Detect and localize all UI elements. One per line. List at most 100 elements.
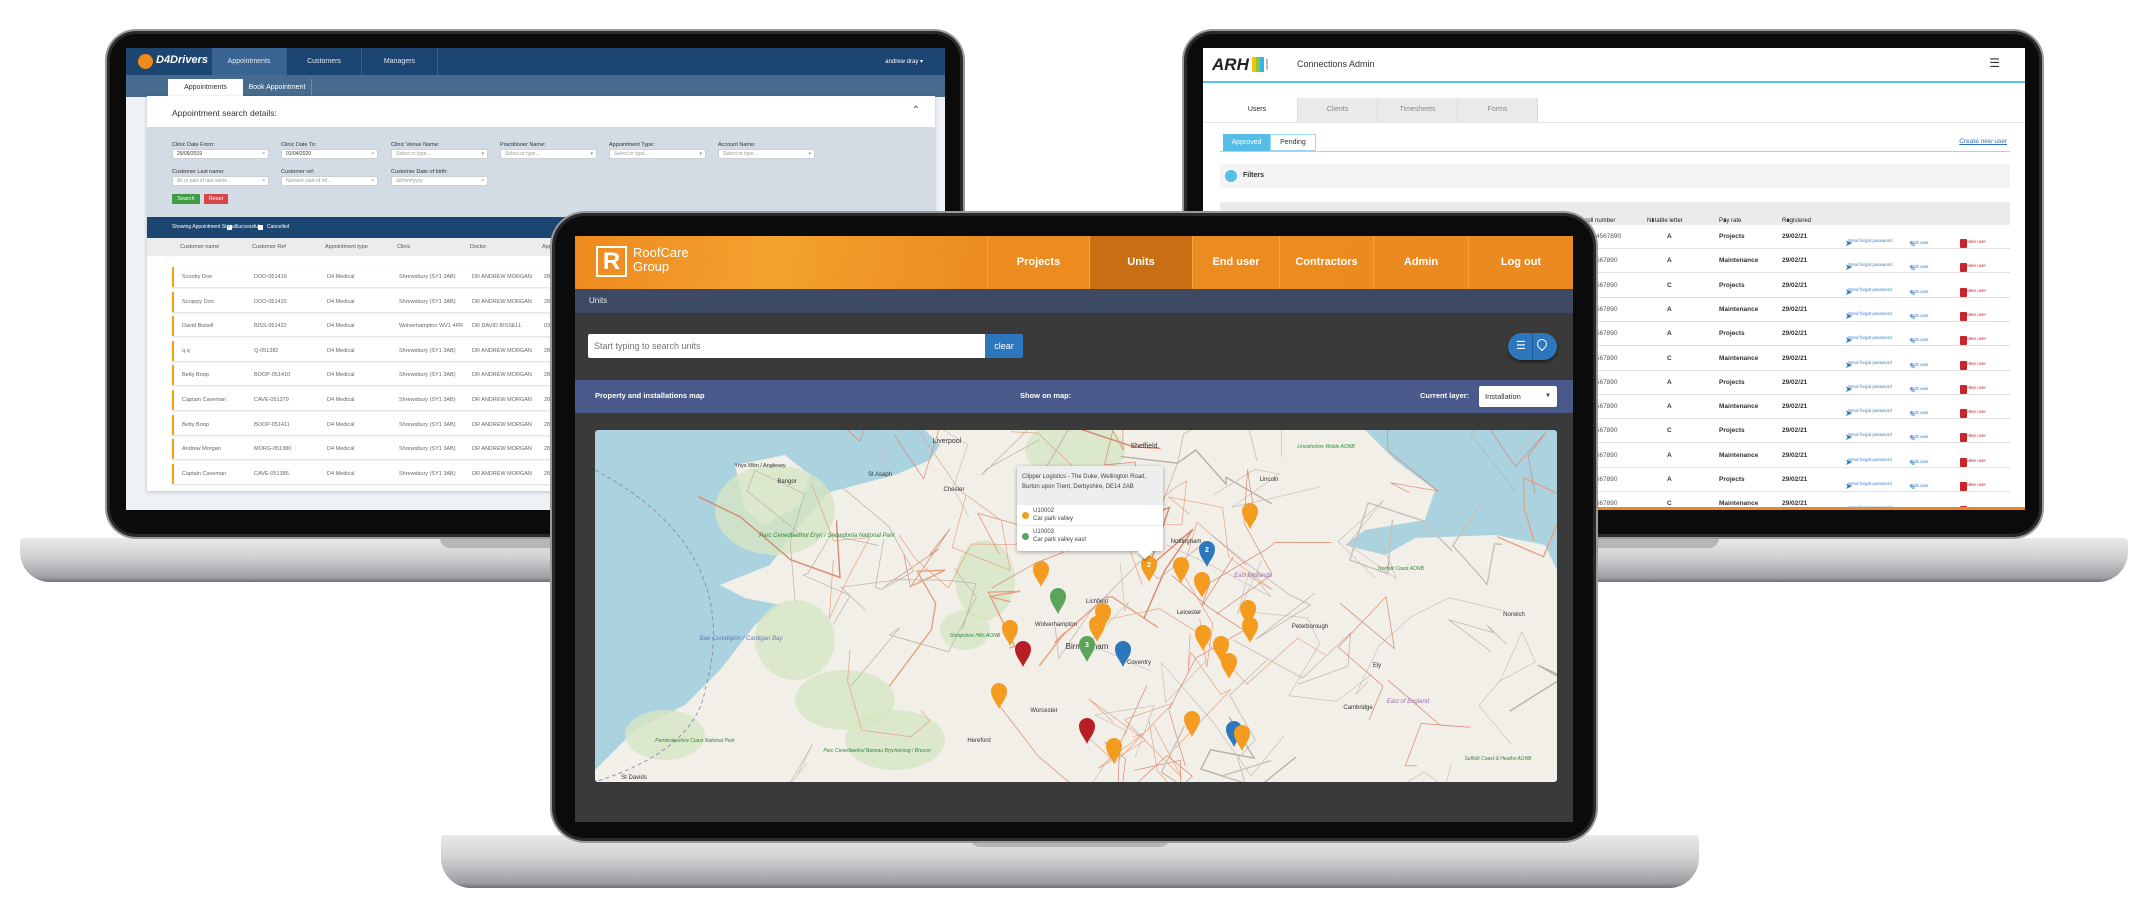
- approved-button[interactable]: Approved: [1223, 134, 1270, 151]
- delete-label: Delete user: [1963, 457, 1987, 463]
- unit-id: U10002: [1033, 508, 1055, 514]
- map-pin-icon[interactable]: [1534, 336, 1550, 352]
- column-header[interactable]: Clinic: [397, 244, 410, 250]
- nav-end-user[interactable]: End user: [1192, 236, 1279, 289]
- send-label: Send forgot password: [1848, 335, 1892, 341]
- clear-icon[interactable]: ×: [371, 177, 374, 185]
- column-header[interactable]: Doctor: [470, 244, 486, 250]
- cell: DR DAVID BISSELL: [472, 323, 522, 330]
- form-field[interactable]: Numeric part of ref... ×: [281, 176, 378, 186]
- cell: Scrappy Doo: [182, 298, 214, 305]
- sort-icon[interactable]: ⬍: [1786, 218, 1790, 224]
- cell: Betty Boop: [182, 421, 209, 428]
- dropdown-arrow-icon[interactable]: ▾: [590, 150, 593, 158]
- cell: BOOP-051411: [254, 421, 290, 428]
- nav-appointments[interactable]: Appointments: [212, 48, 287, 75]
- map[interactable]: Liverpool Sheffield Lincoln Chester Bangor St…: [595, 430, 1557, 782]
- tab-clients[interactable]: Clients: [1298, 98, 1378, 122]
- list-icon[interactable]: ☰: [1516, 339, 1527, 353]
- cell: BISS-051422: [254, 323, 287, 330]
- column-header[interactable]: Appointment type: [325, 244, 368, 250]
- dropdown-arrow-icon[interactable]: ▾: [481, 150, 484, 158]
- center-laptop-base: [441, 835, 1699, 888]
- subtab-book-appointment[interactable]: Book Appointment: [243, 79, 312, 97]
- ni-letter: A: [1667, 403, 1672, 411]
- pay-rate: Projects: [1719, 281, 1745, 289]
- panel-title: Appointment search details:: [172, 108, 277, 118]
- header: R RoofCare Group Projects Units End user…: [575, 236, 1573, 289]
- cancelled-checkbox[interactable]: [258, 225, 263, 230]
- chevron-up-icon[interactable]: ⌃: [912, 105, 920, 116]
- form-field[interactable]: dd/mm/yyyy ×: [391, 176, 488, 186]
- cell: Shrewsbury (SY1 3AB): [399, 298, 456, 305]
- dropdown-arrow-icon[interactable]: ▾: [699, 150, 702, 158]
- sort-icon[interactable]: ⬍: [1651, 218, 1655, 224]
- filters-bar[interactable]: Filters: [1220, 164, 2010, 188]
- marker-count: 2: [1147, 562, 1151, 569]
- nav-projects[interactable]: Projects: [987, 236, 1089, 289]
- subtab-appointments[interactable]: Appointments: [168, 79, 243, 97]
- registered-date: 29/02/21: [1782, 403, 1808, 411]
- popup-unit[interactable]: U10002 Car park valley: [1017, 505, 1163, 526]
- create-new-user-link[interactable]: Create new user: [1959, 138, 2007, 145]
- search-button[interactable]: Search: [172, 194, 200, 204]
- registered-date: 29/02/21: [1782, 427, 1808, 435]
- registered-date: 29/02/21: [1782, 330, 1808, 338]
- clear-icon[interactable]: ×: [262, 150, 265, 158]
- nav-admin[interactable]: Admin: [1373, 236, 1468, 289]
- delete-label: Delete user: [1963, 482, 1987, 487]
- d4drivers-logo: [138, 54, 153, 69]
- pending-button[interactable]: Pending: [1270, 134, 1316, 151]
- field-value: 01/04/2020: [286, 151, 312, 157]
- clear-button[interactable]: clear: [985, 334, 1023, 358]
- unit-search-input[interactable]: [588, 334, 985, 358]
- reset-button[interactable]: Reset: [204, 194, 228, 204]
- ni-letter: A: [1667, 233, 1672, 240]
- form-field[interactable]: Select or type... ▾: [391, 149, 488, 159]
- sort-icon[interactable]: ⬍: [1723, 218, 1727, 224]
- registered-date: 29/02/21: [1782, 281, 1808, 289]
- form-field[interactable]: Select or type... ▾: [500, 149, 597, 159]
- field-value: Numeric part of ref...: [286, 178, 332, 184]
- form-field[interactable]: All or part of last name... ×: [172, 176, 269, 186]
- ni-letter: A: [1667, 451, 1672, 459]
- cell: Wolverhampton WV1 4PR: [399, 323, 464, 330]
- field-label: Clinic Date From:: [172, 142, 215, 148]
- brand-line2: Group: [633, 259, 670, 274]
- clear-icon[interactable]: ×: [481, 177, 484, 185]
- cancelled-label: Cancelled: [267, 224, 290, 230]
- nav-contractors[interactable]: Contractors: [1279, 236, 1373, 289]
- registered-date: 29/02/21: [1782, 257, 1808, 265]
- column-header[interactable]: Customer name: [180, 244, 219, 250]
- clear-icon[interactable]: ×: [262, 177, 265, 185]
- clear-icon[interactable]: ×: [371, 150, 374, 158]
- field-label: Account Name:: [718, 142, 756, 148]
- cell: Captain Caveman: [182, 470, 227, 477]
- pay-rate: Maintenance: [1719, 403, 1759, 411]
- form-field[interactable]: 25/09/2019 ×: [172, 149, 269, 159]
- successful-checkbox[interactable]: ✓: [227, 225, 232, 230]
- nav-units[interactable]: Units: [1089, 236, 1192, 289]
- tab-forms[interactable]: Forms: [1458, 98, 1538, 122]
- place-label: Nottingham: [1171, 539, 1202, 545]
- road: [1490, 430, 1547, 494]
- nav-managers[interactable]: Managers: [362, 48, 438, 75]
- form-field[interactable]: Select or type... ▾: [718, 149, 815, 159]
- nav-customers[interactable]: Customers: [287, 48, 362, 75]
- column-header[interactable]: Customer Ref: [252, 244, 286, 250]
- nav-log-out[interactable]: Log out: [1468, 236, 1573, 289]
- user-menu[interactable]: andrew dray ▾: [885, 58, 923, 65]
- form-field[interactable]: Select or type... ▾: [609, 149, 706, 159]
- filters-toggle-icon[interactable]: [1225, 170, 1237, 182]
- delete-label: Delete user: [1963, 239, 1987, 244]
- tab-timesheets[interactable]: Timesheets: [1378, 98, 1458, 122]
- dropdown-arrow-icon[interactable]: ▾: [808, 150, 811, 158]
- tabs-underline: [1203, 122, 2025, 123]
- form-field[interactable]: 01/04/2020 ×: [281, 149, 378, 159]
- delete-label: Delete user: [1963, 409, 1987, 415]
- popup-unit[interactable]: U10003 Car park valley east: [1017, 526, 1163, 547]
- tab-users[interactable]: Users: [1217, 98, 1298, 122]
- send-label: Send forgot password: [1848, 481, 1892, 486]
- current-layer-select[interactable]: Installation ▼: [1479, 386, 1557, 407]
- hamburger-icon[interactable]: ☰: [1989, 56, 2000, 70]
